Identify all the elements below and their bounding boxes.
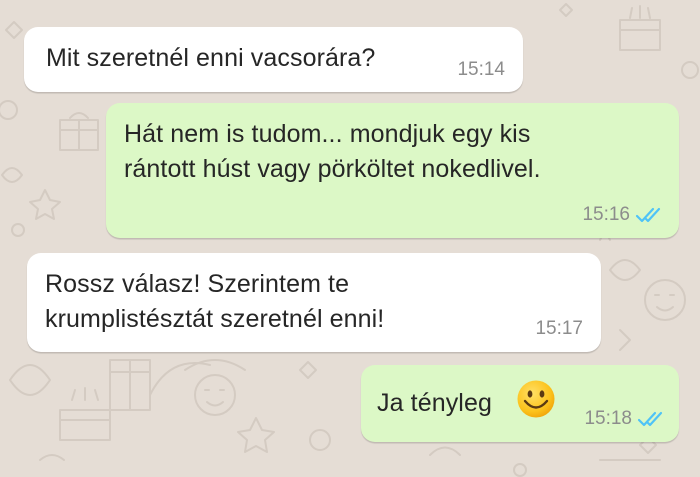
- double-check-read-icon: [637, 411, 663, 427]
- message-bubble-outgoing[interactable]: Ja tényleg 15:18: [361, 365, 679, 442]
- message-text: Rossz válasz! Szerintem te krumplistészt…: [45, 270, 385, 333]
- smiling-face-icon: [517, 380, 555, 418]
- message-time: 15:18: [584, 408, 632, 429]
- message-bubble-outgoing[interactable]: Hát nem is tudom... mondjuk egy kis ránt…: [106, 103, 679, 238]
- message-time: 15:14: [457, 59, 505, 80]
- message-text: Ja tényleg: [377, 389, 492, 417]
- message-meta: 15:17: [535, 319, 583, 339]
- message-time: 15:17: [535, 318, 583, 339]
- message-emoji: [516, 379, 556, 424]
- message-bubble-incoming[interactable]: Mit szeretnél enni vacsorára? 15:14: [24, 27, 523, 92]
- message-meta: 15:16: [582, 205, 663, 225]
- message-text: Hát nem is tudom... mondjuk egy kis ránt…: [124, 120, 541, 183]
- message-meta: 15:14: [457, 60, 505, 80]
- message-bubble-incoming[interactable]: Rossz válasz! Szerintem te krumplistészt…: [27, 253, 601, 352]
- double-check-read-icon: [635, 207, 661, 223]
- message-text: Mit szeretnél enni vacsorára?: [46, 44, 376, 72]
- message-meta: 15:18: [584, 409, 665, 429]
- message-time: 15:16: [582, 204, 630, 225]
